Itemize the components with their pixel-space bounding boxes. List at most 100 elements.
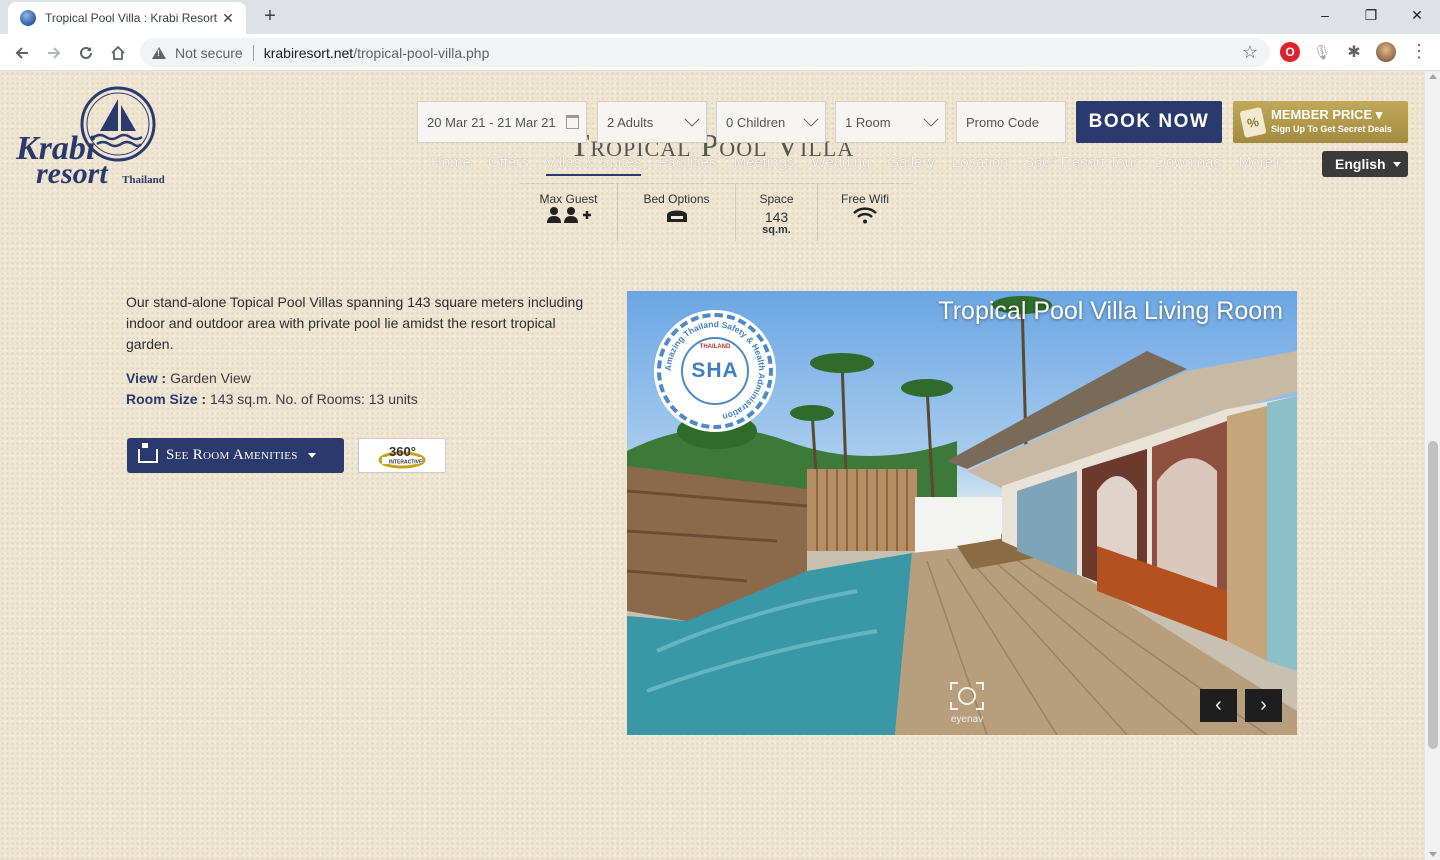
page-content: Krabi resort Thailand Tropical Pool Vill… xyxy=(0,71,1424,860)
date-range-field[interactable]: 20 Mar 21 - 21 Mar 21 xyxy=(417,101,587,143)
new-tab-button[interactable]: + xyxy=(258,5,282,29)
member-price-subtitle: Sign Up To Get Secret Deals xyxy=(1271,124,1392,134)
room-features: Max Guest Bed Options Space 143 sq.m. Fr… xyxy=(520,183,912,241)
see-room-amenities-button[interactable]: See Room Amenities xyxy=(127,438,344,473)
site-favicon-icon xyxy=(20,10,36,26)
promo-code-placeholder: Promo Code xyxy=(966,114,1039,130)
address-bar[interactable]: Not secure krabiresort.net/tropical-pool… xyxy=(140,38,1270,67)
nav-location[interactable]: Location xyxy=(952,154,1009,176)
member-price-title: MEMBER PRICE ▾ xyxy=(1271,107,1383,122)
room-details: View : Garden View Room Size : 143 sq.m.… xyxy=(126,368,418,410)
omnibox-divider xyxy=(252,44,254,61)
photo-caption: Tropical Pool Villa Living Room xyxy=(938,297,1283,325)
360-interactive-icon: 360° INTERACTIVE xyxy=(378,444,426,469)
logo-text-thailand: Thailand xyxy=(122,174,165,186)
reload-icon[interactable] xyxy=(72,39,100,67)
close-window-button[interactable]: ✕ xyxy=(1394,0,1440,30)
menu-icon[interactable]: ⋮ xyxy=(1410,42,1428,62)
member-price-button[interactable]: % MEMBER PRICE ▾ Sign Up To Get Secret D… xyxy=(1233,101,1408,143)
minimize-button[interactable]: – xyxy=(1302,0,1348,30)
carousel-next-button[interactable]: › xyxy=(1245,689,1282,722)
sha-label: SHA xyxy=(691,359,739,382)
feature-label: Bed Options xyxy=(643,192,710,206)
feature-max-guest: Max Guest xyxy=(520,184,618,241)
feature-space: Space 143 sq.m. xyxy=(736,184,818,241)
browser-toolbar: Not secure krabiresort.net/tropical-pool… xyxy=(0,34,1440,71)
room-size-value: 143 sq.m. No. of Rooms: 13 units xyxy=(206,391,418,407)
discount-tag-icon: % xyxy=(1239,107,1267,138)
sha-badge: Amazing Thailand Safety & Health Adminis… xyxy=(657,313,773,429)
nav-download[interactable]: Download xyxy=(1155,154,1222,176)
puzzle-icon[interactable]: ✱ xyxy=(1344,42,1364,62)
scroll-up-arrow-icon[interactable] xyxy=(1429,74,1437,79)
adults-select[interactable]: 2 Adults xyxy=(597,101,707,143)
feature-free-wifi: Free Wifi xyxy=(818,184,912,241)
caret-down-icon xyxy=(307,453,316,458)
room-size-row: Room Size : 143 sq.m. No. of Rooms: 13 u… xyxy=(126,389,418,410)
nav-facilities[interactable]: Facilities xyxy=(658,154,716,176)
nav-more[interactable]: More+ xyxy=(1239,154,1282,176)
nav-home[interactable]: Home xyxy=(431,154,471,176)
url-path: /tropical-pool-villa.php xyxy=(353,44,490,61)
feature-label: Free Wifi xyxy=(841,192,889,206)
interactive-label: INTERACTIVE xyxy=(389,460,423,466)
nav-wedding[interactable]: Wedding xyxy=(811,154,870,176)
carousel-prev-button[interactable]: ‹ xyxy=(1200,689,1237,722)
nav-gallery[interactable]: Gallery xyxy=(887,154,935,176)
browser-tab-strip: Tropical Pool Villa : Krabi Resort A ✕ +… xyxy=(0,0,1440,34)
nav-meetings[interactable]: Meetings xyxy=(734,154,795,176)
calendar-icon xyxy=(566,115,579,129)
tab-close-icon[interactable]: ✕ xyxy=(220,10,236,27)
bed-icon xyxy=(666,210,687,222)
view-value: Garden View xyxy=(166,370,251,386)
back-icon[interactable] xyxy=(8,39,36,67)
security-label[interactable]: Not secure xyxy=(175,45,243,61)
star-icon[interactable]: ☆ xyxy=(1242,42,1258,63)
eyenav-label: eyenav xyxy=(950,714,984,725)
room-photo-carousel[interactable]: Tropical Pool Villa Living Room Amazing … xyxy=(627,291,1297,735)
adults-value: 2 Adults xyxy=(607,114,654,130)
360-tour-button[interactable]: 360° INTERACTIVE xyxy=(358,438,446,473)
nav-360-tour[interactable]: 360° Resort Tour xyxy=(1026,154,1138,176)
sha-thailand-logo: THAILAND xyxy=(699,344,731,350)
children-value: 0 Children xyxy=(726,114,786,130)
date-range-value: 20 Mar 21 - 21 Mar 21 xyxy=(427,114,556,130)
browser-tab[interactable]: Tropical Pool Villa : Krabi Resort A ✕ xyxy=(8,2,246,34)
promo-code-input[interactable]: Promo Code xyxy=(956,101,1066,143)
warning-icon xyxy=(152,46,166,59)
home-icon[interactable] xyxy=(104,39,132,67)
nav-offers[interactable]: Offers xyxy=(488,154,529,176)
feature-label: Space xyxy=(759,192,794,206)
feature-label: Max Guest xyxy=(539,192,598,206)
profile-avatar[interactable] xyxy=(1376,42,1396,62)
room-description: Our stand-alone Topical Pool Villas span… xyxy=(126,294,584,352)
nav-villas-suites[interactable]: Villas & Suites xyxy=(545,154,642,176)
language-value: English xyxy=(1335,156,1386,172)
mic-icon[interactable]: 🎙 xyxy=(1312,42,1332,62)
opera-icon[interactable]: O xyxy=(1280,42,1300,62)
book-now-button[interactable]: BOOK NOW xyxy=(1076,101,1222,143)
maximize-button[interactable]: ❐ xyxy=(1348,0,1394,30)
rooms-value: 1 Room xyxy=(845,114,891,130)
chevron-down-icon xyxy=(923,111,939,127)
children-select[interactable]: 0 Children xyxy=(716,101,826,143)
eyenav-icon[interactable]: eyenav xyxy=(949,681,985,725)
main-nav: Home Offers Villas & Suites Facilities M… xyxy=(431,154,1299,176)
feature-space-value: 143 xyxy=(764,209,789,225)
feature-bed-options: Bed Options xyxy=(618,184,736,241)
url-text[interactable]: krabiresort.net/tropical-pool-villa.php xyxy=(264,45,490,61)
room-size-label: Room Size : xyxy=(126,391,207,407)
scrollbar-thumb[interactable] xyxy=(1428,441,1438,749)
forward-icon[interactable] xyxy=(40,39,68,67)
chevron-down-icon xyxy=(684,111,700,127)
scroll-down-arrow-icon[interactable] xyxy=(1429,852,1437,857)
language-select[interactable]: English xyxy=(1322,151,1408,177)
wifi-icon xyxy=(853,207,877,224)
amenities-label: See Room Amenities xyxy=(166,447,298,463)
rooms-select[interactable]: 1 Room xyxy=(835,101,946,143)
url-domain: krabiresort.net xyxy=(263,44,354,61)
page-scrollbar[interactable] xyxy=(1424,71,1440,860)
caret-down-icon xyxy=(1392,161,1401,167)
feature-space-unit: sq.m. xyxy=(762,224,791,236)
chevron-down-icon xyxy=(803,111,819,127)
